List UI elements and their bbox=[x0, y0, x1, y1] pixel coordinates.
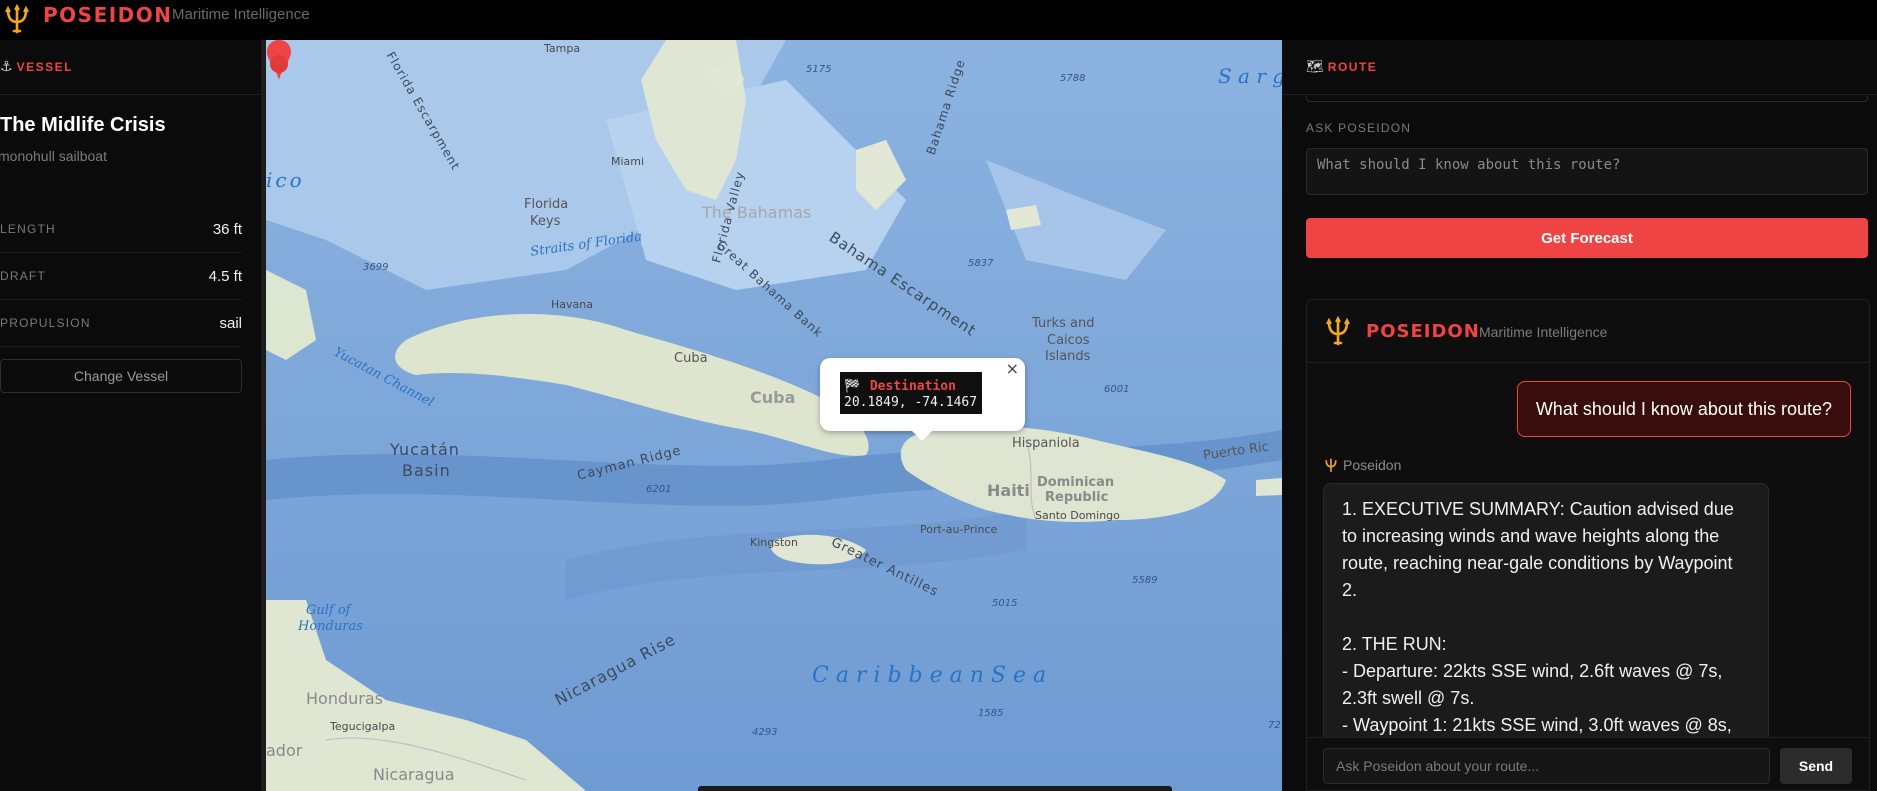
label-santo-domingo: Santo Domingo bbox=[1035, 509, 1120, 522]
depth-label: 4293 bbox=[752, 727, 778, 738]
app-tagline: Maritime Intelligence bbox=[172, 6, 310, 23]
close-icon[interactable]: × bbox=[1006, 359, 1019, 378]
map-bottom-handle bbox=[698, 786, 1172, 791]
label-honduras: Honduras bbox=[306, 689, 383, 708]
label-florida-keys-2: Keys bbox=[530, 214, 561, 229]
map-pin-icon[interactable] bbox=[266, 40, 292, 80]
change-vessel-button[interactable]: Change Vessel bbox=[0, 359, 242, 393]
label-nicaragua: Nicaragua bbox=[373, 765, 455, 784]
label-havana: Havana bbox=[551, 298, 593, 311]
trident-icon bbox=[1326, 316, 1350, 346]
vessel-heading-label: VESSEL bbox=[16, 60, 73, 74]
ask-label: ASK POSEIDON bbox=[1306, 121, 1412, 135]
map-canvas bbox=[266, 40, 1282, 791]
label-kingston: Kingston bbox=[750, 536, 798, 549]
route-panel: 🗺 ROUTE ASK POSEIDON What should I know … bbox=[1282, 40, 1877, 791]
map-icon: 🗺 bbox=[1306, 59, 1324, 75]
spec-row-propulsion: PROPULSION sail bbox=[0, 300, 242, 347]
depth-label: 5589 bbox=[1132, 575, 1158, 586]
depth-label: 6001 bbox=[1104, 384, 1130, 395]
depth-label: 5788 bbox=[1060, 73, 1086, 84]
spec-row-draft: DRAFT 4.5 ft bbox=[0, 253, 242, 300]
chat-window: POSEIDON Maritime Intelligence What shou… bbox=[1306, 299, 1870, 791]
label-sargasso: S a r g bbox=[1218, 64, 1282, 88]
route-heading: 🗺 ROUTE bbox=[1282, 40, 1877, 95]
chat-input[interactable]: Ask Poseidon about your route... bbox=[1323, 748, 1770, 784]
vessel-panel: ⚓ VESSEL The Midlife Crisis monohull sai… bbox=[0, 40, 262, 791]
chat-input-bar: Ask Poseidon about your route... Send bbox=[1307, 737, 1869, 790]
depth-label: 5175 bbox=[806, 64, 832, 75]
vessel-heading: ⚓ VESSEL bbox=[0, 40, 261, 95]
popup-title: Destination bbox=[869, 379, 956, 394]
label-turks-3: Islands bbox=[1045, 349, 1091, 364]
bot-name: Poseidon bbox=[1343, 457, 1402, 473]
label-gulf-honduras-2: Honduras bbox=[298, 619, 363, 634]
send-button[interactable]: Send bbox=[1780, 748, 1852, 784]
checkered-flag-icon: 🏁 bbox=[844, 379, 861, 394]
depth-label: 5015 bbox=[992, 598, 1018, 609]
label-florida-keys-1: Florida bbox=[524, 197, 569, 212]
destination-popup: × 🏁 Destination 20.1849, -74.1467 bbox=[820, 358, 1025, 441]
depth-label: 3699 bbox=[363, 262, 389, 273]
popup-coords: 20.1849, -74.1467 bbox=[844, 395, 978, 410]
label-cuba-1: Cuba bbox=[674, 351, 708, 366]
vessel-name: The Midlife Crisis bbox=[0, 114, 166, 136]
spec-value: 36 ft bbox=[212, 220, 242, 238]
anchor-icon: ⚓ bbox=[0, 59, 13, 75]
vessel-type: monohull sailboat bbox=[0, 148, 107, 164]
ask-input[interactable]: What should I know about this route? bbox=[1306, 148, 1868, 195]
chat-tagline: Maritime Intelligence bbox=[1479, 324, 1608, 340]
label-gulf-honduras-1: Gulf of bbox=[306, 603, 351, 618]
bot-message: 1. EXECUTIVE SUMMARY: Caution advised du… bbox=[1323, 483, 1769, 743]
depth-label: 72 bbox=[1268, 720, 1281, 731]
spec-key: LENGTH bbox=[0, 222, 56, 236]
spec-key: PROPULSION bbox=[0, 316, 91, 330]
bot-name-row: Poseidon bbox=[1323, 457, 1401, 473]
label-turks-2: Caicos bbox=[1047, 333, 1090, 348]
label-yucatan-basin-1: Yucatán bbox=[390, 440, 460, 459]
label-hispaniola: Hispaniola bbox=[1012, 436, 1080, 451]
spec-row-length: LENGTH 36 ft bbox=[0, 206, 242, 253]
spec-key: DRAFT bbox=[0, 269, 46, 283]
app-brand: POSEIDON bbox=[43, 3, 173, 27]
chat-brand: POSEIDON bbox=[1366, 321, 1480, 342]
collapsed-field bbox=[1306, 96, 1868, 102]
label-the-bahamas: The Bahamas bbox=[702, 203, 812, 222]
map-view[interactable]: Tampa Florida Escarpment Miami Bahama Ri… bbox=[266, 40, 1282, 791]
popup-content: 🏁 Destination 20.1849, -74.1467 bbox=[840, 372, 983, 414]
depth-label: 1585 bbox=[978, 708, 1004, 719]
route-heading-label: ROUTE bbox=[1327, 60, 1378, 74]
label-port-au-prince: Port-au-Prince bbox=[920, 523, 998, 536]
chat-header: POSEIDON Maritime Intelligence bbox=[1307, 300, 1869, 363]
trident-icon bbox=[1325, 458, 1337, 472]
label-turks-1: Turks and bbox=[1032, 316, 1095, 331]
label-cuba-2: Cuba bbox=[750, 388, 796, 407]
label-yucatan-basin-2: Basin bbox=[402, 461, 451, 480]
depth-label: 5837 bbox=[968, 258, 994, 269]
label-haiti: Haiti bbox=[987, 481, 1030, 500]
get-forecast-button[interactable]: Get Forecast bbox=[1306, 218, 1868, 258]
label-tegucigalpa: Tegucigalpa bbox=[330, 720, 396, 733]
depth-label: 6201 bbox=[646, 484, 672, 495]
label-dominican-1: Dominican bbox=[1037, 475, 1115, 490]
top-bar: POSEIDON Maritime Intelligence bbox=[0, 0, 1877, 40]
label-tampa: Tampa bbox=[544, 42, 581, 55]
spec-value: sail bbox=[219, 314, 242, 332]
label-mexico: ico bbox=[266, 168, 305, 192]
user-message: What should I know about this route? bbox=[1516, 381, 1851, 437]
trident-icon bbox=[5, 4, 29, 34]
label-dominican-2: Republic bbox=[1045, 490, 1109, 505]
spec-value: 4.5 ft bbox=[208, 267, 242, 285]
label-caribbean-sea: C a r i b b e a n S e a bbox=[812, 663, 1047, 688]
label-salvador: ador bbox=[266, 741, 303, 760]
label-miami: Miami bbox=[611, 155, 645, 168]
